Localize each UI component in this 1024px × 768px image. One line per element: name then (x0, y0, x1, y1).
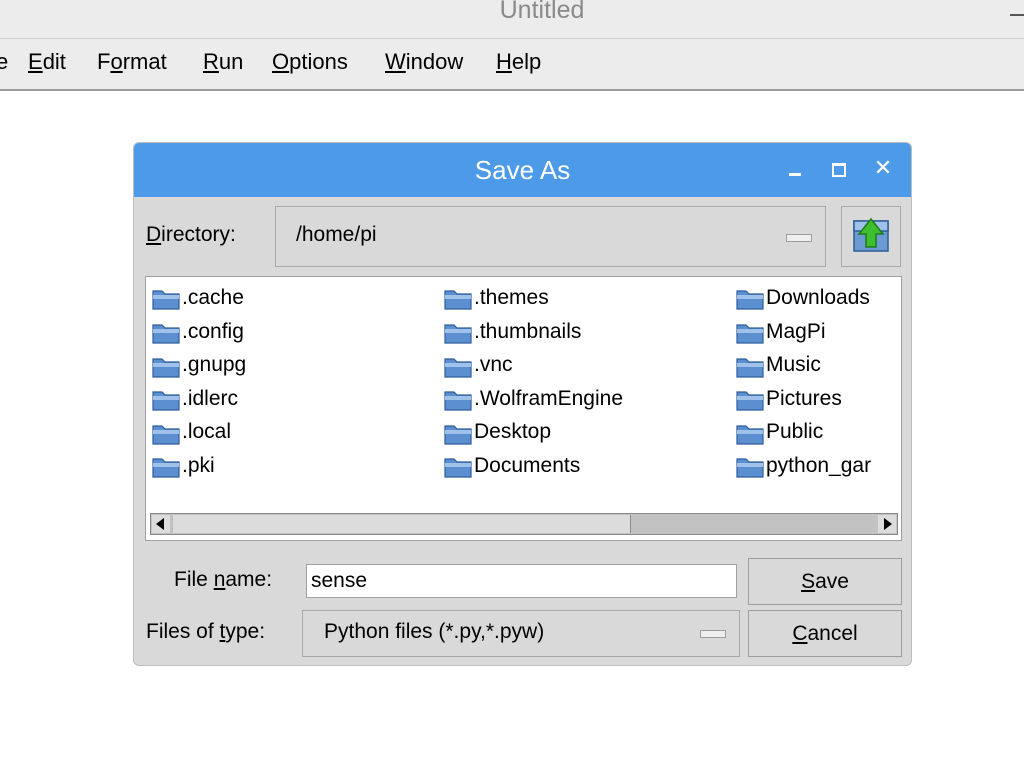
window-titlebar: Untitled (0, 0, 1024, 39)
save-button[interactable]: Save (748, 558, 902, 605)
file-list-item-label: .pki (182, 454, 215, 477)
folder-icon (444, 358, 472, 378)
file-list-item-label: .idlerc (182, 386, 239, 410)
file-list-item[interactable]: .local (152, 418, 437, 446)
folder-icon (444, 425, 472, 445)
dialog-titlebar: Save As ✕ (134, 143, 911, 197)
file-list-item-label: Music (766, 353, 821, 377)
folder-icon (444, 324, 472, 344)
file-list-item[interactable]: .config (152, 318, 437, 346)
folder-icon (152, 458, 180, 479)
folder-icon (444, 290, 472, 311)
file-list-item-label: MagPi (766, 319, 826, 343)
file-list-item[interactable]: Downloads (736, 284, 891, 312)
file-list-item-label: .vnc (474, 353, 513, 377)
folder-icon (152, 358, 180, 378)
file-list-item[interactable]: Public (736, 418, 891, 446)
scroll-left-icon[interactable] (152, 515, 170, 533)
file-list-item-label: Downloads (766, 286, 870, 309)
file-list-item[interactable]: .vnc (444, 351, 729, 379)
file-list-item[interactable]: python_gar (736, 452, 891, 480)
dialog-minimize-icon[interactable] (784, 157, 808, 181)
folder-up-arrow-icon (853, 217, 889, 252)
window-title: Untitled (499, 0, 585, 24)
file-list-item[interactable]: Pictures (736, 385, 891, 413)
file-list-item-label: .cache (182, 286, 244, 309)
folder-icon (736, 324, 764, 344)
menu-options[interactable]: Options (272, 49, 348, 75)
filename-label: File name: (174, 568, 273, 591)
dialog-maximize-icon[interactable] (827, 157, 851, 181)
file-list-item[interactable]: .themes (444, 284, 729, 312)
file-list-item-label: .WolframEngine (474, 386, 624, 410)
menu-file[interactable]: e (0, 49, 8, 75)
file-list-item[interactable]: .gnupg (152, 351, 437, 379)
filename-input[interactable]: sense (306, 564, 737, 598)
menu-window[interactable]: Window (385, 49, 463, 75)
folder-icon (444, 458, 472, 479)
folder-icon (444, 391, 472, 411)
combo-dropdown-icon[interactable] (786, 234, 812, 242)
menu-edit[interactable]: Edit (28, 49, 66, 75)
file-list-item-label: .thumbnails (474, 319, 582, 343)
filetype-combobox[interactable]: Python files (*.py,*.pyw) (302, 610, 740, 657)
file-list-item[interactable]: .thumbnails (444, 318, 729, 346)
cancel-button[interactable]: Cancel (748, 610, 902, 657)
file-list-item-label: .themes (474, 286, 549, 309)
file-list-item[interactable]: MagPi (736, 318, 891, 346)
directory-label: Directory: (146, 223, 236, 246)
folder-icon (736, 458, 764, 479)
folder-icon (152, 391, 180, 411)
folder-icon (152, 290, 180, 311)
file-list-item[interactable]: .cache (152, 284, 437, 312)
folder-icon (152, 425, 180, 445)
menu-format[interactable]: Format (97, 49, 167, 75)
directory-combobox[interactable]: /home/pi (275, 206, 826, 267)
file-list-item-label: python_gar (766, 454, 872, 477)
file-list-item[interactable]: .idlerc (152, 385, 437, 413)
horizontal-scrollbar[interactable] (150, 513, 898, 535)
file-list-item-label: Pictures (766, 386, 842, 410)
file-list-item[interactable]: Desktop (444, 418, 729, 446)
menubar: e Edit Format Run Options Window Help (0, 39, 1024, 91)
save-as-dialog: Save As ✕ Directory: /home/pi .cache .con… (133, 142, 912, 666)
file-list-item-label: .config (182, 319, 244, 343)
file-list-item[interactable]: .pki (152, 452, 437, 480)
file-list[interactable]: .cache .config .gnupg .idlerc .local .pki .th… (145, 276, 902, 541)
minimize-icon[interactable] (1010, 14, 1024, 16)
filetype-value: Python files (*.py,*.pyw) (324, 620, 545, 643)
folder-icon (736, 290, 764, 311)
combo-dropdown-icon[interactable] (700, 630, 726, 638)
filetype-label: Files of type: (146, 620, 266, 643)
scroll-thumb[interactable] (173, 515, 631, 533)
parent-directory-button[interactable] (841, 206, 901, 267)
folder-icon (736, 358, 764, 378)
file-list-item-label: .local (182, 420, 232, 444)
file-list-item-label: Public (766, 420, 824, 444)
file-list-item[interactable]: Documents (444, 452, 729, 480)
folder-icon (736, 425, 764, 445)
menu-help[interactable]: Help (496, 49, 541, 75)
folder-icon (152, 324, 180, 344)
dialog-close-icon[interactable]: ✕ (871, 157, 895, 181)
file-list-item[interactable]: .WolframEngine (444, 385, 729, 413)
file-list-item-label: .gnupg (182, 353, 247, 377)
folder-icon (736, 391, 764, 411)
file-list-item-label: Documents (474, 454, 581, 477)
directory-value: /home/pi (296, 223, 377, 246)
scroll-right-icon[interactable] (878, 515, 896, 533)
menu-run[interactable]: Run (203, 49, 243, 75)
file-list-item-label: Desktop (474, 420, 552, 444)
file-list-item[interactable]: Music (736, 351, 891, 379)
